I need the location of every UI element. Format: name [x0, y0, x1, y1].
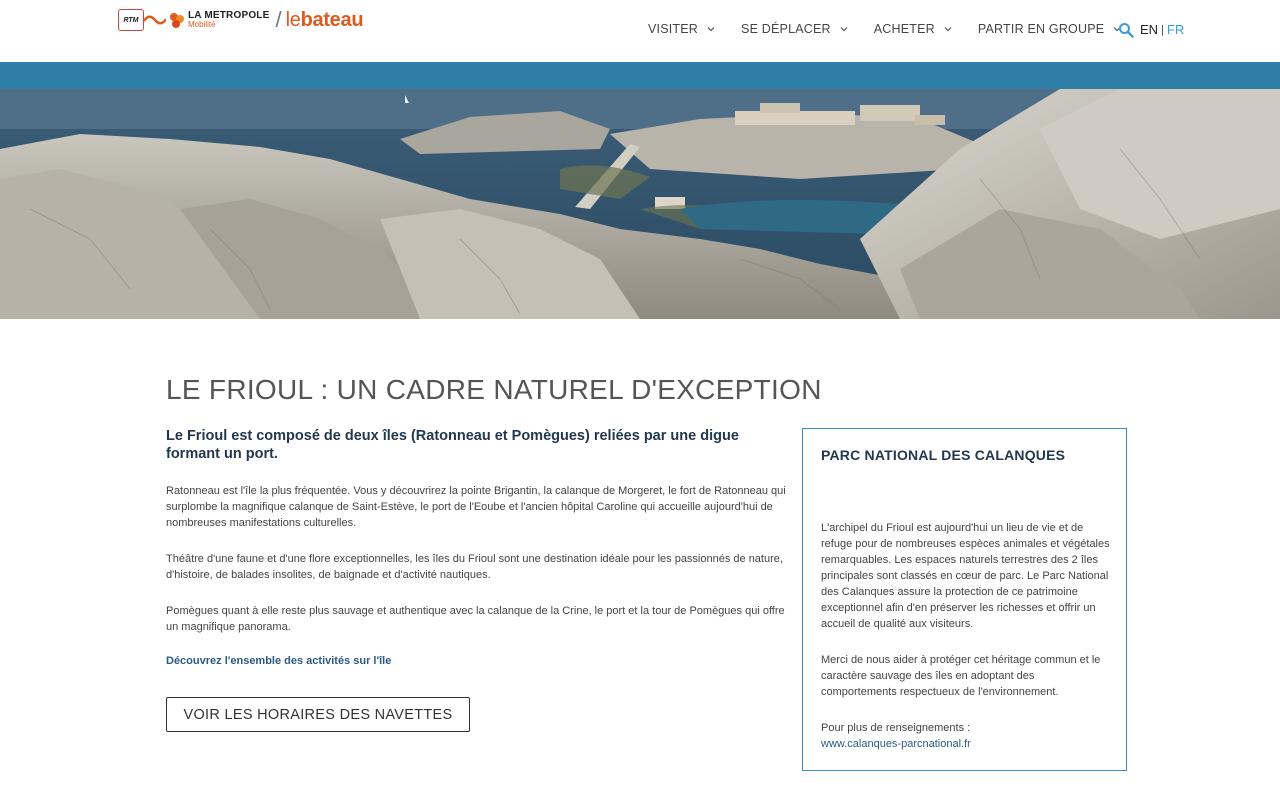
metropole-sub: Mobilité: [188, 20, 216, 29]
sidebar-title: PARC NATIONAL DES CALANQUES: [821, 447, 1066, 463]
page-hero-title: VISITER LE FRIOUL: [118, 34, 378, 62]
calanques-website-link[interactable]: www.calanques-parcnational.fr: [821, 738, 971, 750]
nav-se-deplacer[interactable]: SE DÉPLACER: [741, 22, 848, 36]
logo-slash: /: [275, 7, 282, 32]
hero-image: [0, 89, 1280, 319]
hero-blue-band: [0, 62, 1280, 89]
nav-label: SE DÉPLACER: [741, 22, 831, 36]
nav-label: ACHETER: [873, 22, 935, 36]
national-park-box: PARC NATIONAL DES CALANQUES L'archipel d…: [802, 428, 1127, 771]
search-icon[interactable]: [1118, 22, 1134, 38]
wave-icon: [144, 15, 166, 25]
sidebar-more-info: Pour plus de renseignements : www.calanq…: [821, 720, 1113, 752]
chevron-down-icon: [707, 27, 715, 32]
nav-partir-en-groupe[interactable]: PARTIR EN GROUPE: [978, 22, 1121, 36]
lang-separator: |: [1161, 23, 1164, 36]
page-title: LE FRIOUL : UN CADRE NATUREL D'EXCEPTION: [166, 374, 822, 405]
body-paragraph: Théâtre d'une faune et d'une flore excep…: [166, 553, 783, 581]
chevron-down-icon: [944, 27, 952, 32]
chevron-down-icon: [840, 27, 848, 32]
lead-paragraph: Le Frioul est composé de deux îles (Rato…: [166, 428, 739, 462]
discover-activities-link[interactable]: Découvrez l'ensemble des activités sur l…: [166, 655, 391, 667]
nav-label: PARTIR EN GROUPE: [977, 22, 1105, 36]
body-paragraph: Pomègues quant à elle reste plus sauvage…: [166, 605, 785, 633]
body-paragraph: Ratonneau est l'île la plus fréquentée. …: [166, 485, 786, 529]
language-switcher: EN | FR: [1140, 22, 1184, 37]
shuttle-schedule-button[interactable]: VOIR LES HORAIRES DES NAVETTES: [166, 697, 470, 732]
lang-fr[interactable]: FR: [1167, 22, 1184, 37]
main-nav: VISITER SE DÉPLACER ACHETER PARTIR EN GR…: [648, 22, 1121, 36]
frioul-landscape-image: [0, 89, 1280, 319]
metropole-name: LA METROPOLE: [188, 10, 270, 21]
sidebar-paragraph: L'archipel du Frioul est aujourd'hui un …: [821, 522, 1110, 630]
more-info-label: Pour plus de renseignements :: [821, 722, 971, 734]
sidebar-paragraph: Merci de nous aider à protéger cet hérit…: [821, 654, 1101, 698]
nav-visiter[interactable]: VISITER: [648, 22, 715, 36]
metropole-mark-icon: [170, 13, 184, 28]
metropole-logo: LA METROPOLE Mobilité: [168, 11, 269, 29]
nav-acheter[interactable]: ACHETER: [874, 22, 952, 36]
lang-en[interactable]: EN: [1140, 22, 1158, 37]
site-logo[interactable]: RTM LA METROPOLE Mobilité / lebateau: [118, 6, 364, 34]
lebateau-wordmark: lebateau: [285, 8, 364, 31]
nav-label: VISITER: [648, 22, 699, 36]
rtm-logo: RTM: [118, 9, 144, 31]
